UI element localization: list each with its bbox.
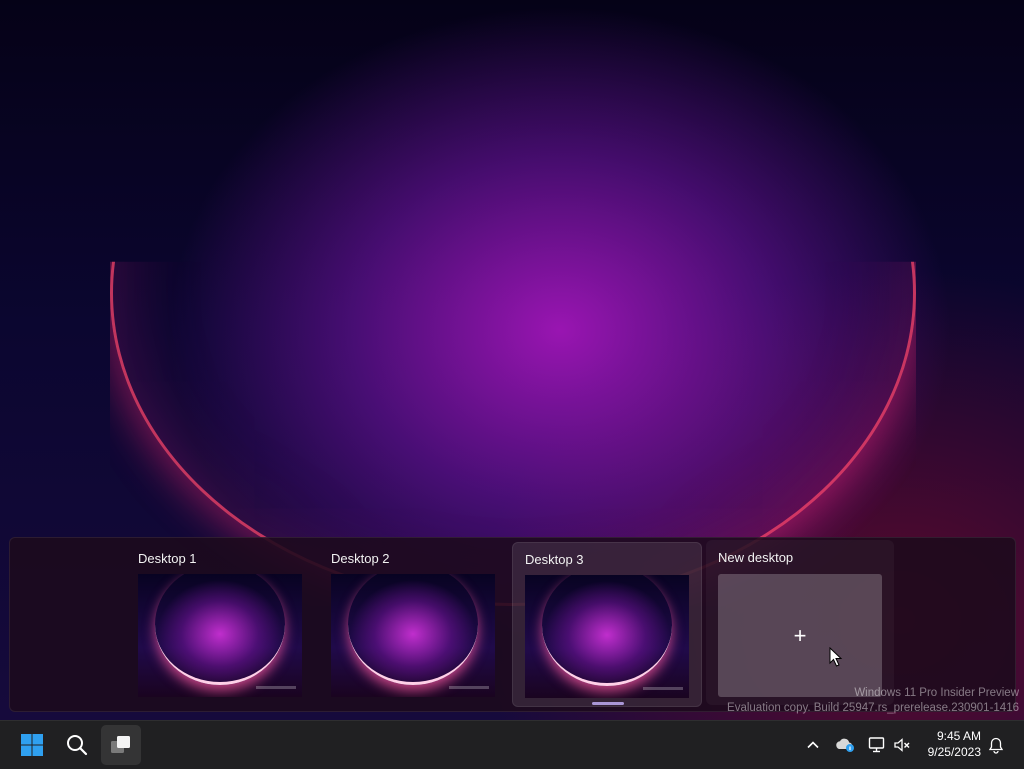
desktop-2-label: Desktop 2 bbox=[331, 551, 390, 566]
thumbnail-watermark bbox=[449, 686, 489, 689]
task-view-icon bbox=[111, 736, 130, 753]
new-desktop-tile[interactable]: New desktop + bbox=[706, 540, 894, 705]
show-hidden-icons-button[interactable] bbox=[802, 734, 824, 756]
onedrive-tray-button[interactable] bbox=[834, 734, 856, 756]
notification-bell-icon bbox=[988, 737, 1004, 754]
desktop-2-tile[interactable]: Desktop 2 bbox=[319, 542, 507, 705]
windows-start-icon bbox=[21, 734, 43, 756]
mouse-cursor-icon bbox=[829, 647, 843, 667]
thumbnail-watermark bbox=[643, 687, 683, 690]
clock-time: 9:45 AM bbox=[936, 729, 981, 743]
desktop-3-thumbnail[interactable] bbox=[525, 575, 689, 698]
new-desktop-label: New desktop bbox=[718, 550, 794, 565]
desktop-1-tile[interactable]: Desktop 1 bbox=[126, 542, 314, 705]
thumbnail-watermark bbox=[256, 686, 296, 689]
evaluation-watermark: Windows 11 Pro Insider Preview Evaluatio… bbox=[727, 686, 1019, 716]
new-desktop-button[interactable]: + bbox=[718, 574, 882, 697]
network-tray-button[interactable] bbox=[866, 734, 888, 756]
notification-center-button[interactable] bbox=[985, 734, 1007, 756]
watermark-line-2: Evaluation copy. Build 25947.rs_prerelea… bbox=[727, 702, 1019, 714]
search-button[interactable] bbox=[57, 725, 97, 765]
thumbnail-ring bbox=[542, 575, 672, 686]
desktop-3-label: Desktop 3 bbox=[525, 552, 584, 567]
desktop-3-tile[interactable]: Desktop 3 bbox=[512, 542, 702, 707]
search-icon bbox=[67, 735, 88, 756]
start-button[interactable] bbox=[12, 725, 52, 765]
wallpaper-glow-ring bbox=[110, 261, 916, 606]
desktop-1-thumbnail[interactable] bbox=[138, 574, 302, 697]
thumbnail-ring bbox=[155, 574, 285, 685]
volume-tray-button[interactable] bbox=[891, 734, 913, 756]
watermark-line-1: Windows 11 Pro Insider Preview bbox=[854, 687, 1019, 699]
chevron-up-icon bbox=[807, 741, 819, 749]
task-view-button[interactable] bbox=[101, 725, 141, 765]
thumbnail-ring bbox=[348, 574, 478, 685]
onedrive-icon bbox=[836, 738, 854, 752]
volume-muted-icon bbox=[894, 738, 910, 752]
taskbar: 9:45 AM 9/25/2023 bbox=[0, 720, 1024, 769]
clock-date: 9/25/2023 bbox=[927, 745, 981, 759]
plus-icon: + bbox=[793, 622, 807, 648]
desktop-2-thumbnail[interactable] bbox=[331, 574, 495, 697]
network-icon bbox=[868, 737, 885, 753]
current-desktop-indicator bbox=[592, 702, 624, 705]
desktop-1-label: Desktop 1 bbox=[138, 551, 197, 566]
taskbar-clock[interactable]: 9:45 AM 9/25/2023 bbox=[928, 728, 981, 760]
